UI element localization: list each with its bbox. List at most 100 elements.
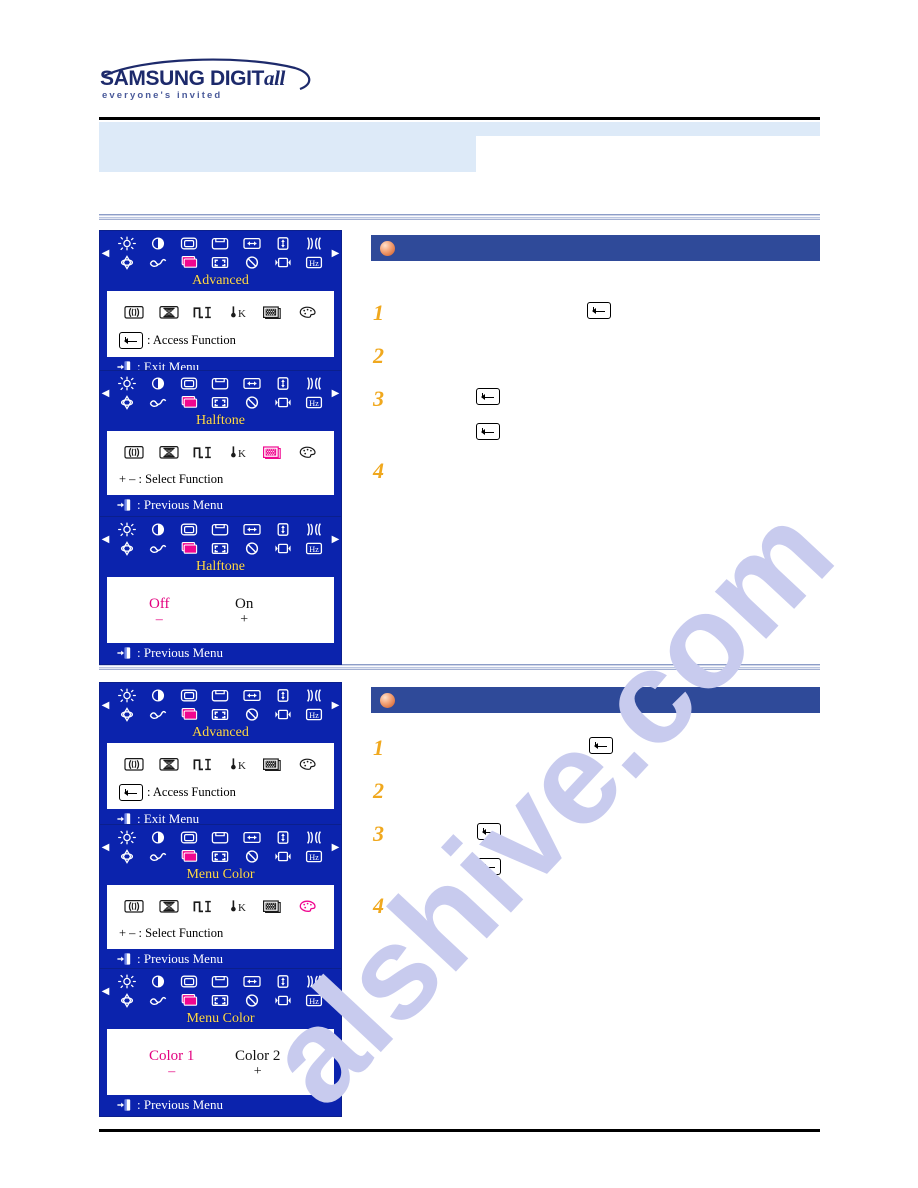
parallelogram-icon[interactable]	[146, 540, 170, 557]
menu-color-palette-icon[interactable]	[294, 754, 320, 774]
image-size-icon[interactable]	[177, 521, 201, 538]
color-temp-k-icon[interactable]: K	[225, 302, 251, 322]
image-position-icon[interactable]	[208, 235, 232, 252]
pincushion-icon[interactable]	[302, 829, 326, 846]
zoom-icon[interactable]	[208, 848, 232, 865]
brightness-icon[interactable]	[115, 375, 139, 392]
sharpness-icon[interactable]	[190, 896, 216, 916]
halftone-icon[interactable]	[259, 442, 285, 462]
h-size-icon[interactable]	[240, 687, 264, 704]
v-size-icon[interactable]	[271, 235, 295, 252]
next-arrow-icon[interactable]: ▶	[330, 686, 341, 724]
rotation-icon[interactable]	[115, 254, 139, 271]
image-size-icon[interactable]	[177, 973, 201, 990]
advanced-stack-icon[interactable]	[177, 706, 201, 723]
moire-h-icon[interactable]	[121, 442, 147, 462]
moire-h-icon[interactable]	[121, 302, 147, 322]
osd-value-option[interactable]: On +	[235, 596, 253, 627]
brightness-icon[interactable]	[115, 973, 139, 990]
zoom-icon[interactable]	[208, 254, 232, 271]
contrast-icon[interactable]	[146, 973, 170, 990]
contrast-icon[interactable]	[146, 687, 170, 704]
h-position-icon[interactable]	[271, 394, 295, 411]
brightness-icon[interactable]	[115, 687, 139, 704]
v-size-icon[interactable]	[271, 687, 295, 704]
image-position-icon[interactable]	[208, 687, 232, 704]
degauss-icon[interactable]	[240, 254, 264, 271]
h-position-icon[interactable]	[271, 848, 295, 865]
sharpness-icon[interactable]	[190, 754, 216, 774]
image-position-icon[interactable]	[208, 829, 232, 846]
frequency-hz-icon[interactable]: Hz	[302, 394, 326, 411]
zoom-icon[interactable]	[208, 394, 232, 411]
parallelogram-icon[interactable]	[146, 394, 170, 411]
frequency-hz-icon[interactable]: Hz	[302, 706, 326, 723]
degauss-icon[interactable]	[240, 540, 264, 557]
degauss-icon[interactable]	[240, 848, 264, 865]
contrast-icon[interactable]	[146, 521, 170, 538]
h-position-icon[interactable]	[271, 254, 295, 271]
zoom-icon[interactable]	[208, 706, 232, 723]
next-arrow-icon[interactable]: ▶	[330, 374, 341, 412]
halftone-icon[interactable]	[259, 754, 285, 774]
color-temp-k-icon[interactable]: K	[225, 442, 251, 462]
prev-arrow-icon[interactable]: ◀	[100, 520, 111, 558]
next-arrow-icon[interactable]: ▶	[330, 828, 341, 866]
moire-h-icon[interactable]	[121, 754, 147, 774]
pincushion-icon[interactable]	[302, 375, 326, 392]
parallelogram-icon[interactable]	[146, 706, 170, 723]
rotation-icon[interactable]	[115, 848, 139, 865]
moire-v-icon[interactable]	[156, 896, 182, 916]
rotation-icon[interactable]	[115, 540, 139, 557]
moire-v-icon[interactable]	[156, 442, 182, 462]
v-size-icon[interactable]	[271, 521, 295, 538]
halftone-icon[interactable]	[259, 302, 285, 322]
pincushion-icon[interactable]	[302, 235, 326, 252]
h-size-icon[interactable]	[240, 375, 264, 392]
sharpness-icon[interactable]	[190, 302, 216, 322]
image-size-icon[interactable]	[177, 375, 201, 392]
contrast-icon[interactable]	[146, 235, 170, 252]
frequency-hz-icon[interactable]: Hz	[302, 254, 326, 271]
v-size-icon[interactable]	[271, 973, 295, 990]
image-position-icon[interactable]	[208, 521, 232, 538]
advanced-stack-icon[interactable]	[177, 540, 201, 557]
h-position-icon[interactable]	[271, 706, 295, 723]
halftone-icon[interactable]	[259, 896, 285, 916]
osd-value-selected[interactable]: Color 1–	[149, 1048, 194, 1079]
frequency-hz-icon[interactable]: Hz	[302, 848, 326, 865]
menu-color-palette-icon[interactable]	[294, 442, 320, 462]
color-temp-k-icon[interactable]: K	[225, 896, 251, 916]
advanced-stack-icon[interactable]	[177, 848, 201, 865]
h-position-icon[interactable]	[271, 992, 295, 1009]
zoom-icon[interactable]	[208, 992, 232, 1009]
moire-h-icon[interactable]	[121, 896, 147, 916]
h-size-icon[interactable]	[240, 235, 264, 252]
prev-arrow-icon[interactable]: ◀	[100, 972, 111, 1010]
frequency-hz-icon[interactable]: Hz	[302, 992, 326, 1009]
parallelogram-icon[interactable]	[146, 848, 170, 865]
rotation-icon[interactable]	[115, 992, 139, 1009]
color-temp-k-icon[interactable]: K	[225, 754, 251, 774]
pincushion-icon[interactable]	[302, 687, 326, 704]
brightness-icon[interactable]	[115, 235, 139, 252]
h-position-icon[interactable]	[271, 540, 295, 557]
contrast-icon[interactable]	[146, 375, 170, 392]
h-size-icon[interactable]	[240, 973, 264, 990]
contrast-icon[interactable]	[146, 829, 170, 846]
advanced-stack-icon[interactable]	[177, 394, 201, 411]
frequency-hz-icon[interactable]: Hz	[302, 540, 326, 557]
sharpness-icon[interactable]	[190, 442, 216, 462]
degauss-icon[interactable]	[240, 992, 264, 1009]
brightness-icon[interactable]	[115, 521, 139, 538]
next-arrow-icon[interactable]: ▶	[330, 234, 341, 272]
image-position-icon[interactable]	[208, 375, 232, 392]
prev-arrow-icon[interactable]: ◀	[100, 374, 111, 412]
next-arrow-icon[interactable]: ▶	[330, 520, 341, 558]
advanced-stack-icon[interactable]	[177, 254, 201, 271]
pincushion-icon[interactable]	[302, 521, 326, 538]
prev-arrow-icon[interactable]: ◀	[100, 234, 111, 272]
v-size-icon[interactable]	[271, 829, 295, 846]
rotation-icon[interactable]	[115, 706, 139, 723]
zoom-icon[interactable]	[208, 540, 232, 557]
